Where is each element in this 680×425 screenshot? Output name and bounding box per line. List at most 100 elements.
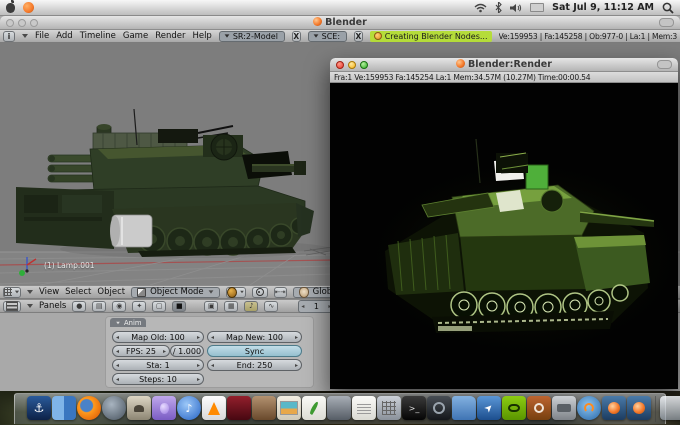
draw-mode-dropdown[interactable] xyxy=(225,286,246,298)
logic-context-button[interactable]: ● xyxy=(72,300,87,312)
zoom-button[interactable] xyxy=(30,18,38,27)
menu-render[interactable]: Render xyxy=(155,31,185,41)
dock-icon-anchor-app[interactable] xyxy=(27,396,51,420)
mode-dropdown[interactable]: Object Mode xyxy=(131,286,220,298)
spotlight-icon[interactable] xyxy=(662,2,674,14)
dock-icon-remote-desktop[interactable] xyxy=(477,396,501,420)
render-statistics: Fra:1 Ve:159953 Fa:145254 La:1 Mem:34.57… xyxy=(330,72,678,83)
manipulator-toggle-button[interactable]: ⇤⇥ xyxy=(273,286,287,298)
editor-type-icon[interactable] xyxy=(3,300,21,312)
editor-type-icon[interactable] xyxy=(3,286,21,298)
pivot-dropdown[interactable] xyxy=(251,286,268,298)
dock-icon-ubuntu-app[interactable] xyxy=(527,396,551,420)
render-subcontext-button[interactable]: ▣ xyxy=(204,300,219,312)
solid-shading-icon xyxy=(226,286,237,298)
bluetooth-icon[interactable] xyxy=(495,2,502,13)
dock-icon-firefox[interactable] xyxy=(77,396,101,420)
fps-field[interactable]: FPS: 25 xyxy=(112,345,170,357)
dock-icon-blender-2[interactable] xyxy=(627,396,651,420)
window-controls xyxy=(336,60,368,69)
dock-icon-balloons-app[interactable] xyxy=(152,396,176,420)
fps-factor-field[interactable]: / 1.000 xyxy=(170,345,204,357)
header-collapse-icon[interactable] xyxy=(27,304,33,308)
active-app-blender-icon[interactable] xyxy=(23,2,34,13)
dock-icon-photos-app[interactable] xyxy=(252,396,276,420)
blender-header: File Add Timeline Game Render Help SR:2-… xyxy=(0,30,680,43)
hand-icon xyxy=(298,286,309,298)
scene-selector[interactable]: SCE: xyxy=(307,30,348,42)
header-collapse-icon[interactable] xyxy=(27,290,33,294)
menu-timeline[interactable]: Timeline xyxy=(80,31,116,41)
toolbar-toggle-button[interactable] xyxy=(657,60,672,69)
zoom-button[interactable] xyxy=(360,60,368,69)
render-window-titlebar[interactable]: Blender:Render xyxy=(330,58,678,72)
editing-context-button[interactable]: ▢ xyxy=(152,300,167,312)
dock-icon-camera-app[interactable] xyxy=(327,396,351,420)
object-context-button[interactable]: ✦ xyxy=(132,300,147,312)
dock-icon-terminal[interactable] xyxy=(402,396,426,420)
minimize-button[interactable] xyxy=(18,18,26,27)
minimize-button[interactable] xyxy=(348,60,356,69)
script-context-button[interactable]: ▤ xyxy=(92,300,107,312)
render-result-canvas xyxy=(330,83,678,389)
anim-panel-tab[interactable]: Anim xyxy=(110,318,147,327)
dock-icon-finder[interactable] xyxy=(52,396,76,420)
dock-icon-printer[interactable] xyxy=(552,396,576,420)
buttons-window-icon xyxy=(6,301,18,311)
dock-icon-trash[interactable] xyxy=(660,396,680,420)
close-button[interactable] xyxy=(336,60,344,69)
menu-file[interactable]: File xyxy=(35,31,49,41)
dock-icon-nvidia-settings[interactable] xyxy=(502,396,526,420)
scene-delete-button[interactable]: X xyxy=(354,30,363,42)
start-frame-field[interactable]: Sta: 1 xyxy=(112,359,204,371)
close-button[interactable] xyxy=(6,18,14,27)
menu-help[interactable]: Help xyxy=(192,31,211,41)
menu-object[interactable]: Object xyxy=(97,287,125,297)
blender-logo-icon xyxy=(313,17,323,26)
frame-number-field[interactable]: 1 xyxy=(298,299,335,313)
dock-icon-feather-editor[interactable] xyxy=(302,396,326,420)
dock-icon-painting-app[interactable] xyxy=(127,396,151,420)
menu-select[interactable]: Select xyxy=(65,287,91,297)
header-collapse-icon[interactable] xyxy=(22,34,29,38)
scene-context-button[interactable]: ■ xyxy=(172,300,187,312)
blender-window-titlebar[interactable]: Blender xyxy=(0,16,680,30)
dock-icon-iphoto[interactable] xyxy=(277,396,301,420)
dock-icon-textedit[interactable] xyxy=(352,396,376,420)
lamp-axis-gizmo[interactable] xyxy=(18,255,38,277)
sound-subcontext-button[interactable]: ♪ xyxy=(244,300,259,312)
dock-icon-network-app[interactable] xyxy=(577,396,601,420)
panels-menu[interactable]: Panels xyxy=(39,301,66,311)
menu-add[interactable]: Add xyxy=(56,31,72,41)
dock-icon-activity-monitor[interactable] xyxy=(427,396,451,420)
steps-field[interactable]: Steps: 10 xyxy=(112,373,204,385)
apple-menu-icon[interactable] xyxy=(6,0,15,13)
dock-icon-media-app[interactable] xyxy=(227,396,251,420)
sync-toggle-button[interactable]: Sync xyxy=(207,345,302,357)
map-old-field[interactable]: Map Old: 100 xyxy=(112,331,204,343)
window-type-icon[interactable] xyxy=(3,30,16,42)
wifi-icon[interactable] xyxy=(474,3,487,13)
screen-delete-button[interactable]: X xyxy=(291,30,301,42)
dock-icon-vlc[interactable] xyxy=(202,396,226,420)
active-object-label: (1) Lamp.001 xyxy=(44,261,95,270)
volume-icon[interactable] xyxy=(510,3,522,13)
window-title: Blender:Render xyxy=(330,59,678,70)
menubar-clock[interactable]: Sat Jul 9, 11:12 AM xyxy=(552,2,654,13)
dock-icon-camino-browser[interactable] xyxy=(102,396,126,420)
shading-context-button[interactable]: ◉ xyxy=(112,300,127,312)
map-new-field[interactable]: Map New: 100 xyxy=(207,331,302,343)
screen-selector[interactable]: SR:2-Model xyxy=(218,30,285,42)
dock-icon-folder[interactable] xyxy=(452,396,476,420)
blender-logo-icon xyxy=(456,59,466,68)
menu-view[interactable]: View xyxy=(39,287,59,297)
end-frame-field[interactable]: End: 250 xyxy=(207,359,302,371)
toolbar-toggle-button[interactable] xyxy=(659,18,674,27)
battery-icon[interactable] xyxy=(530,3,545,12)
dock-icon-calculator[interactable] xyxy=(377,396,401,420)
dock-icon-itunes[interactable] xyxy=(177,396,201,420)
dock-icon-blender[interactable] xyxy=(602,396,626,420)
menu-game[interactable]: Game xyxy=(123,31,148,41)
anim-subcontext-button[interactable]: ▦ xyxy=(224,300,239,312)
sequencer-subcontext-button[interactable]: ∿ xyxy=(264,300,279,312)
